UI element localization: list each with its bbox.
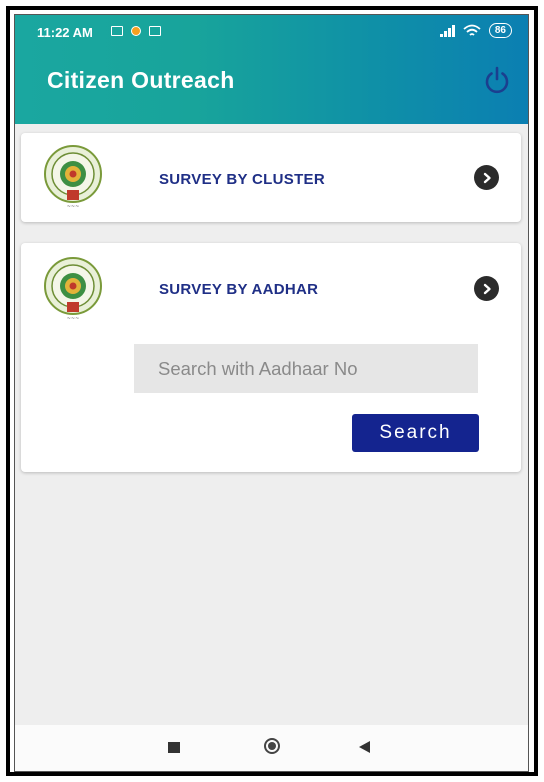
survey-by-cluster-card[interactable]: ~~~ SURVEY BY CLUSTER bbox=[21, 133, 521, 222]
svg-text:~~~: ~~~ bbox=[67, 204, 80, 210]
home-icon[interactable] bbox=[264, 738, 280, 754]
cluster-arrow-button[interactable] bbox=[474, 165, 499, 190]
survey-by-aadhar-card: ~~~ SURVEY BY AADHAR Search bbox=[21, 243, 521, 472]
power-button[interactable] bbox=[480, 63, 514, 97]
status-time: 11:22 AM bbox=[37, 25, 93, 40]
app-header: 11:22 AM 86 Citizen Outreach bbox=[15, 15, 528, 124]
notification-app-icon bbox=[131, 26, 141, 36]
recents-icon[interactable] bbox=[168, 742, 180, 753]
search-button[interactable]: Search bbox=[352, 414, 479, 452]
state-emblem-icon: ~~~ bbox=[44, 257, 102, 322]
gallery-icon bbox=[149, 26, 161, 36]
state-emblem-icon: ~~~ bbox=[44, 145, 102, 210]
screen-icon bbox=[111, 26, 123, 36]
survey-by-aadhar-title[interactable]: SURVEY BY AADHAR bbox=[159, 281, 318, 298]
wifi-icon bbox=[463, 24, 481, 36]
system-nav-bar bbox=[15, 725, 528, 771]
app-title: Citizen Outreach bbox=[47, 67, 235, 93]
survey-by-cluster-title: SURVEY BY CLUSTER bbox=[159, 171, 325, 188]
svg-text:~~~: ~~~ bbox=[67, 316, 80, 322]
power-icon bbox=[485, 66, 509, 94]
status-right: 86 bbox=[439, 23, 512, 38]
status-bar: 11:22 AM 86 bbox=[15, 15, 528, 49]
aadhaar-search-input[interactable] bbox=[134, 344, 478, 393]
chevron-right-circle-icon bbox=[483, 172, 491, 183]
aadhar-arrow-button[interactable] bbox=[474, 276, 499, 301]
battery-icon: 86 bbox=[488, 23, 512, 38]
chevron-right-circle-icon bbox=[483, 283, 491, 294]
phone-screen: 11:22 AM 86 Citizen Outreach ~~~ SURVEY … bbox=[14, 14, 529, 772]
signal-icon bbox=[439, 24, 455, 37]
back-icon[interactable] bbox=[359, 741, 370, 753]
